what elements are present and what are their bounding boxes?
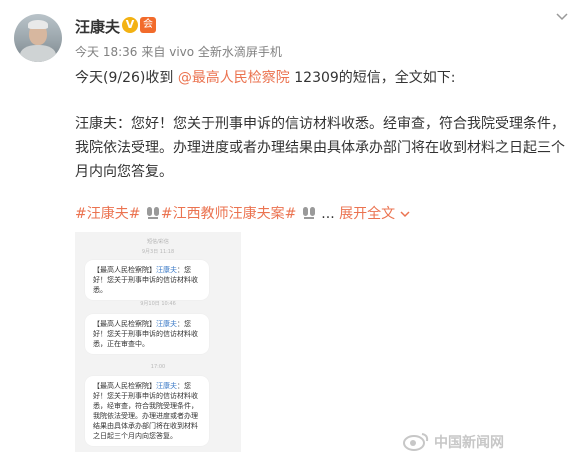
sms-bubble: 【最高人民检察院】汪康夫：您好！您关于刑事申诉的信访材料收悉，经审查，符合我院受… [85, 376, 209, 446]
post-menu-chevron-icon[interactable] [555, 10, 569, 24]
post-meta: 今天 18:36 来自 vivo 全新水滴屏手机 [75, 43, 286, 60]
sms-sender-label: 短信/彩信 [147, 239, 169, 245]
microphone-icon [302, 207, 315, 219]
sms-sender-prefix: 【最高人民检察院】 [93, 266, 156, 274]
sms-name: 汪康夫 [156, 382, 177, 390]
sms-name: 汪康夫 [156, 266, 177, 274]
sms-sender-prefix: 【最高人民检察院】 [93, 382, 156, 390]
sms-screenshot-image[interactable]: 短信/彩信 9月3日 11:18 【最高人民检察院】汪康夫：您好！您关于刑事申诉… [75, 232, 241, 452]
expand-full-text-link[interactable]: 展开全文 [339, 206, 395, 222]
sms-time: 17:00 [150, 364, 166, 370]
post-line1-prefix: 今天(9/26)收到 [75, 70, 178, 86]
chevron-down-icon[interactable] [399, 208, 411, 220]
avatar-hair [28, 20, 48, 29]
username-link[interactable]: 汪康夫 [75, 16, 120, 37]
post-content: 今天(9/26)收到 @最高人民检察院 12309的短信，全文如下: 汪康夫：您… [75, 66, 575, 184]
hashtag-link[interactable]: #汪康夫# [75, 206, 140, 222]
watermark-text: 中国新闻网 [434, 435, 504, 451]
sms-bubble: 【最高人民检察院】汪康夫：您好！您关于刑事申诉的信访材料收悉。 [85, 260, 209, 300]
weibo-watermark-icon [403, 433, 429, 451]
sms-text: ：您好！您关于刑事申诉的信访材料收悉，经审查，符合我院受理条件，我院依法受理。办… [93, 382, 198, 440]
sms-bubble: 【最高人民检察院】汪康夫：您好！您关于刑事申诉的信访材料收悉，正在审查中。 [85, 314, 209, 354]
microphone-icon [146, 207, 159, 219]
sms-name: 汪康夫 [156, 320, 177, 328]
avatar[interactable] [14, 14, 62, 62]
member-level-icon[interactable]: 会 [140, 17, 156, 33]
vip-badge-icon[interactable]: V [122, 17, 138, 33]
post-source: 来自 vivo 全新水滴屏手机 [141, 45, 282, 59]
post-paragraph: 汪康夫：您好！您关于刑事申诉的信访材料收悉。经审查，符合我院受理条件，我院依法受… [75, 116, 565, 180]
post-line1-suffix: 12309的短信，全文如下: [289, 70, 456, 86]
sms-sender-prefix: 【最高人民检察院】 [93, 320, 156, 328]
ellipsis: ... [321, 206, 335, 222]
post-line1: 今天(9/26)收到 @最高人民检察院 12309的短信，全文如下: [75, 66, 575, 90]
mention-link[interactable]: @最高人民检察院 [178, 70, 290, 86]
sms-time: 9月10日 10:46 [140, 301, 176, 307]
avatar-shirt [20, 45, 56, 62]
post-time[interactable]: 今天 18:36 [75, 45, 137, 59]
sms-time: 9月3日 11:18 [141, 249, 175, 255]
post-tags: #汪康夫# #江西教师汪康夫案# ... 展开全文 [75, 202, 575, 226]
hashtag-link[interactable]: #江西教师汪康夫案# [161, 206, 296, 222]
